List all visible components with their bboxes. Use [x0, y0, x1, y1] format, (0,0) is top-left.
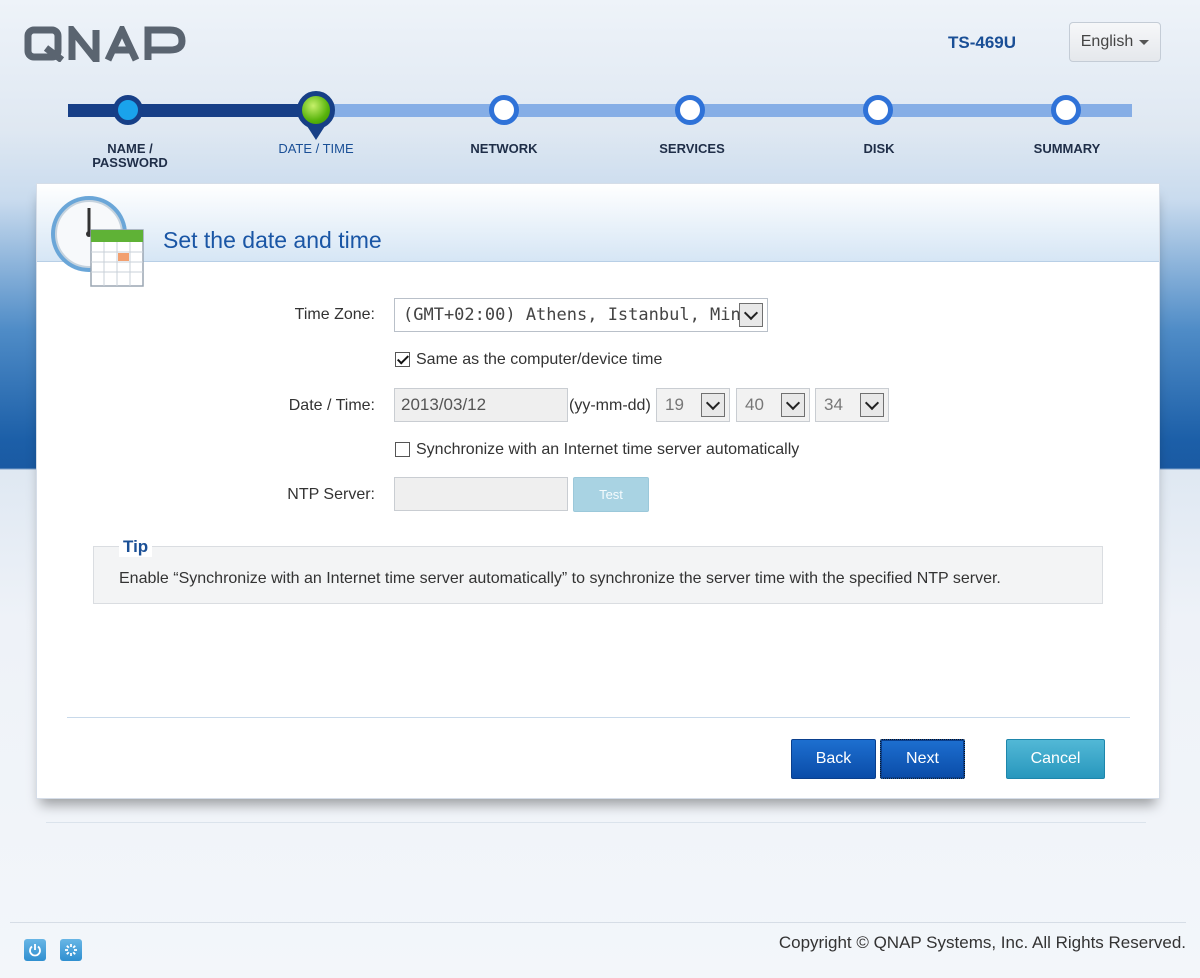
language-dropdown[interactable]: English: [1069, 22, 1161, 62]
qnap-logo: [24, 26, 186, 62]
footer-line: [10, 922, 1186, 923]
second-value: 34: [824, 395, 843, 414]
restart-icon[interactable]: [60, 939, 82, 961]
chevron-down-icon: [701, 393, 725, 417]
tip-title: Tip: [119, 537, 153, 557]
test-button[interactable]: Test: [573, 477, 649, 512]
step-node-name-password: [113, 95, 143, 125]
step-node-disk: [863, 95, 893, 125]
step-label-date-time: DATE / TIME: [278, 141, 354, 156]
ntp-server-input[interactable]: [394, 477, 568, 511]
minute-select[interactable]: 40: [736, 388, 810, 422]
step-label-network: NETWORK: [470, 141, 538, 156]
timezone-value: (GMT+02:00) Athens, Istanbul, Minsk: [403, 305, 762, 325]
wizard-panel: Set the date and time Time Zone: (GMT+02…: [36, 183, 1160, 799]
step-label-summary: SUMMARY: [1033, 141, 1101, 156]
cancel-button[interactable]: Cancel: [1006, 739, 1105, 779]
step-node-date-time: [297, 91, 335, 129]
step-node-network: [489, 95, 519, 125]
ntp-server-label: NTP Server:: [287, 486, 375, 503]
chevron-down-icon: [781, 393, 805, 417]
panel-divider: [67, 717, 1130, 718]
chevron-down-icon: [739, 303, 763, 327]
next-button[interactable]: Next: [880, 739, 965, 779]
step-label-disk: DISK: [863, 141, 895, 156]
step-node-summary: [1051, 95, 1081, 125]
same-as-computer-checkbox[interactable]: [395, 352, 410, 367]
clock-calendar-icon: [51, 196, 144, 287]
wizard-progress-done: [68, 104, 316, 117]
step-label-services: SERVICES: [659, 141, 725, 156]
back-button[interactable]: Back: [791, 739, 876, 779]
sync-ntp-label: Synchronize with an Internet time server…: [416, 441, 800, 458]
hour-value: 19: [665, 395, 684, 414]
date-input[interactable]: 2013/03/12: [394, 388, 568, 422]
sync-ntp-checkbox[interactable]: [395, 442, 410, 457]
datetime-label: Date / Time:: [288, 397, 375, 414]
timezone-label: Time Zone:: [294, 306, 375, 323]
date-format-hint: (yy-mm-dd): [569, 397, 651, 414]
device-model: TS-469U: [948, 33, 1017, 52]
step-node-services: [675, 95, 705, 125]
current-step-pointer: [307, 126, 325, 140]
minute-value: 40: [745, 395, 764, 414]
language-label: English: [1080, 33, 1134, 50]
page-title: Set the date and time: [163, 227, 382, 253]
hour-select[interactable]: 19: [656, 388, 730, 422]
power-icon[interactable]: [24, 939, 46, 961]
footer-separator: [46, 822, 1146, 823]
chevron-down-icon: [860, 393, 884, 417]
copyright-text: Copyright © QNAP Systems, Inc. All Right…: [778, 933, 1186, 952]
tip-text: Enable “Synchronize with an Internet tim…: [119, 570, 1001, 587]
second-select[interactable]: 34: [815, 388, 889, 422]
step-label-name-password: NAME / PASSWORD: [92, 141, 168, 170]
same-as-computer-label: Same as the computer/device time: [416, 351, 663, 368]
caret-down-icon: [1139, 39, 1150, 45]
timezone-select[interactable]: (GMT+02:00) Athens, Istanbul, Minsk: [394, 298, 768, 332]
